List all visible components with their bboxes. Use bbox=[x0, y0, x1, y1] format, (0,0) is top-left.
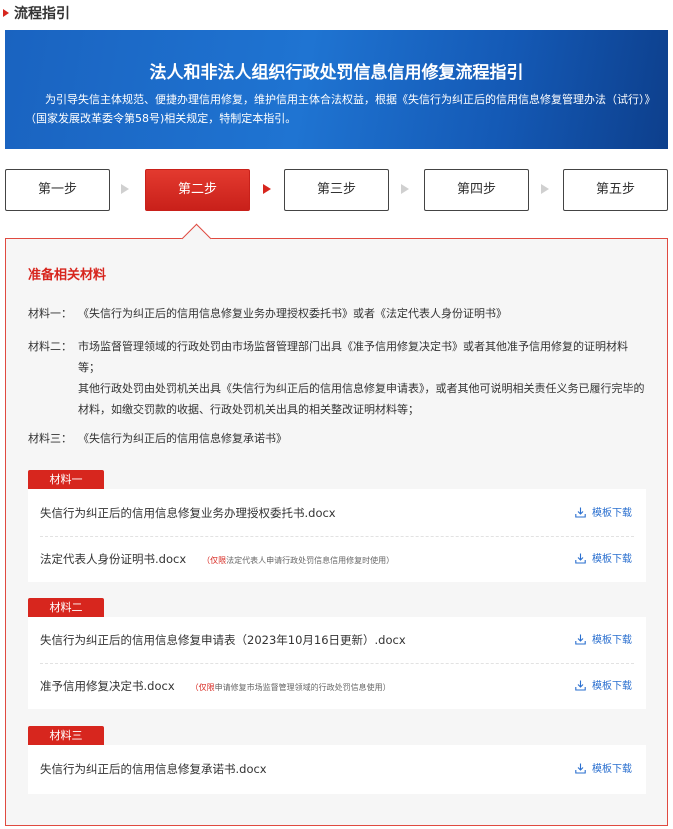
material-description-3: 材料三： 《失信行为纠正后的信用信息修复承诺书》 bbox=[28, 428, 648, 449]
step-navigation: 第一步 第二步 第三步 第四步 第五步 bbox=[5, 169, 668, 211]
step-arrow-icon bbox=[541, 184, 549, 194]
file-name: 失信行为纠正后的信用信息修复申请表（2023年10月16日更新）.docx bbox=[40, 633, 406, 647]
file-name-cell: 法定代表人身份证明书.docx （仅限法定代表人申请行政处罚信息信用修复时使用） bbox=[40, 537, 394, 583]
download-label: 模板下载 bbox=[592, 554, 632, 565]
download-label: 模板下载 bbox=[592, 635, 632, 646]
file-usage-note: （仅限申请修复市场监督管理领域的行政处罚信息使用） bbox=[191, 683, 391, 692]
file-row: 法定代表人身份证明书.docx （仅限法定代表人申请行政处罚信息信用修复时使用） … bbox=[40, 537, 634, 582]
material-text: 《失信行为纠正后的信用信息修复业务办理授权委托书》或者《法定代表人身份证明书》 bbox=[78, 307, 507, 320]
material-text: 其他行政处罚由处罚机关出具《失信行为纠正后的信用信息修复申请表》，或者其他可说明… bbox=[78, 382, 645, 416]
content-title: 准备相关材料 bbox=[28, 268, 107, 283]
banner-description: 为引导失信主体规范、便捷办理信用修复，维护信用主体合法权益，根据《失信行为纠正后… bbox=[25, 93, 650, 125]
template-download-link[interactable]: 模板下载 bbox=[575, 747, 632, 792]
step-tab-3[interactable]: 第三步 bbox=[284, 169, 389, 211]
file-row: 失信行为纠正后的信用信息修复申请表（2023年10月16日更新）.docx 模板… bbox=[40, 618, 634, 663]
file-list-2: 失信行为纠正后的信用信息修复申请表（2023年10月16日更新）.docx 模板… bbox=[28, 617, 646, 709]
step-arrow-icon bbox=[121, 184, 129, 194]
banner-title: 法人和非法人组织行政处罚信息信用修复流程指引 bbox=[149, 63, 524, 83]
material-description-1: 材料一： 《失信行为纠正后的信用信息修复业务办理授权委托书》或者《法定代表人身份证… bbox=[28, 303, 648, 324]
download-icon bbox=[575, 634, 586, 645]
material-label: 材料一： bbox=[28, 307, 72, 320]
material-label: 材料三： bbox=[28, 432, 72, 445]
material-label: 材料二： bbox=[28, 340, 72, 353]
material-text-block: 市场监督管理领域的行政处罚由市场监督管理部门出具《准予信用修复决定书》或者其他准… bbox=[78, 336, 648, 420]
file-name: 失信行为纠正后的信用信息修复业务办理授权委托书.docx bbox=[40, 506, 336, 520]
file-row: 准予信用修复决定书.docx （仅限申请修复市场监督管理领域的行政处罚信息使用） … bbox=[40, 664, 634, 709]
note-prefix: （仅限 bbox=[202, 556, 227, 565]
file-list-3: 失信行为纠正后的信用信息修复承诺书.docx 模板下载 bbox=[28, 745, 646, 794]
material-group-tag-3: 材料三 bbox=[28, 726, 104, 745]
step-tab-1[interactable]: 第一步 bbox=[5, 169, 110, 211]
file-name-cell: 准予信用修复决定书.docx （仅限申请修复市场监督管理领域的行政处罚信息使用） bbox=[40, 664, 391, 710]
note-prefix: （仅限 bbox=[190, 683, 215, 692]
note-text: 申请修复市场监督管理领域的行政处罚信息使用） bbox=[214, 683, 391, 692]
triangle-marker-icon bbox=[3, 9, 9, 17]
file-name: 失信行为纠正后的信用信息修复承诺书.docx bbox=[40, 762, 267, 776]
download-label: 模板下载 bbox=[592, 764, 632, 775]
intro-banner: 法人和非法人组织行政处罚信息信用修复流程指引 为引导失信主体规范、便捷办理信用修… bbox=[5, 30, 668, 149]
file-name: 准予信用修复决定书.docx bbox=[40, 679, 175, 693]
section-header-title: 流程指引 bbox=[14, 6, 70, 22]
step-tab-5[interactable]: 第五步 bbox=[563, 169, 668, 211]
download-label: 模板下载 bbox=[592, 681, 632, 692]
step-tab-2[interactable]: 第二步 bbox=[145, 169, 250, 211]
file-row: 失信行为纠正后的信用信息修复业务办理授权委托书.docx 模板下载 bbox=[40, 491, 634, 536]
material-description-2: 材料二： 市场监督管理领域的行政处罚由市场监督管理部门出具《准予信用修复决定书》或… bbox=[28, 336, 648, 420]
download-icon bbox=[575, 680, 586, 691]
note-text: 法定代表人申请行政处罚信息信用修复时使用） bbox=[226, 556, 395, 565]
section-header: 流程指引 bbox=[0, 0, 673, 26]
step-arrow-icon bbox=[401, 184, 409, 194]
file-usage-note: （仅限法定代表人申请行政处罚信息信用修复时使用） bbox=[202, 556, 394, 565]
template-download-link[interactable]: 模板下载 bbox=[575, 537, 632, 582]
step-content-panel: 准备相关材料 材料一： 《失信行为纠正后的信用信息修复业务办理授权委托书》或者《法… bbox=[5, 238, 668, 826]
template-download-link[interactable]: 模板下载 bbox=[575, 491, 632, 536]
file-name: 法定代表人身份证明书.docx bbox=[40, 552, 187, 566]
template-download-link[interactable]: 模板下载 bbox=[575, 618, 632, 663]
material-text: 《失信行为纠正后的信用信息修复承诺书》 bbox=[78, 432, 287, 445]
material-text: 市场监督管理领域的行政处罚由市场监督管理部门出具《准予信用修复决定书》或者其他准… bbox=[78, 340, 628, 374]
material-group-tag-2: 材料二 bbox=[28, 598, 104, 617]
file-list-1: 失信行为纠正后的信用信息修复业务办理授权委托书.docx 模板下载 法定代表人身… bbox=[28, 489, 646, 582]
material-group-tag-1: 材料一 bbox=[28, 470, 104, 489]
file-row: 失信行为纠正后的信用信息修复承诺书.docx 模板下载 bbox=[40, 747, 634, 792]
step-tab-4[interactable]: 第四步 bbox=[424, 169, 529, 211]
template-download-link[interactable]: 模板下载 bbox=[575, 664, 632, 709]
download-icon bbox=[575, 763, 586, 774]
step-arrow-icon bbox=[263, 184, 271, 194]
download-icon bbox=[575, 507, 586, 518]
download-icon bbox=[575, 553, 586, 564]
download-label: 模板下载 bbox=[592, 508, 632, 519]
